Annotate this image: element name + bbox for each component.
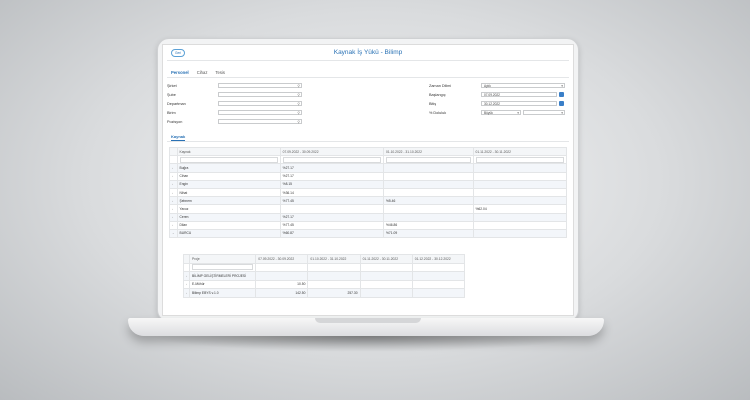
column-header[interactable]: 01.11.2022 - 30.11.2022 — [359, 254, 413, 264]
table-row[interactable]: › Ceren %27.17 — [169, 212, 567, 222]
search-icon[interactable]: ⚲ — [297, 120, 300, 125]
filter-input[interactable] — [282, 156, 381, 163]
table-row[interactable]: › Şebnem %77.45 %5.46 — [169, 196, 567, 206]
search-icon[interactable]: ⚲ — [297, 102, 300, 107]
chevron-down-icon: ▾ — [561, 111, 563, 115]
expand-icon[interactable]: › — [169, 204, 178, 214]
filter-input[interactable] — [192, 264, 254, 271]
period-label: Zaman Dilimi — [429, 84, 452, 88]
table-row[interactable]: › Nihat %36.14 — [169, 187, 567, 198]
department-field[interactable]: ⚲ — [218, 101, 302, 106]
table-row[interactable]: › Yavuz %62.04 — [169, 204, 567, 214]
column-header[interactable]: 01.11.2022 - 30.11.2022 — [472, 146, 567, 157]
column-header[interactable]: 07.09.2022 - 30.09.2022 — [255, 254, 309, 264]
table-row[interactable]: › BİLİMP GELİŞTİRMELERİ PROJESİ — [182, 271, 466, 281]
start-date-field[interactable]: 07.09.2022 — [481, 92, 557, 97]
search-icon[interactable]: ⚲ — [297, 93, 300, 98]
filter-input[interactable] — [475, 156, 564, 163]
fill-value-select[interactable]: ▾ — [523, 110, 565, 115]
expand-icon[interactable]: › — [169, 196, 178, 206]
column-header[interactable]: Proje — [189, 254, 257, 264]
column-header[interactable]: 01.12.2022 - 30.12.2022 — [411, 254, 466, 264]
resource-table: Kaynak 07.09.2022 - 30.09.2022 01.10.202… — [169, 146, 567, 239]
column-header[interactable]: 01.10.2022 - 31.10.2022 — [307, 254, 361, 264]
table-row[interactable]: › Cihan %27.17 — [169, 171, 567, 181]
expand-icon[interactable]: › — [169, 187, 178, 198]
position-field[interactable]: ⚲ — [218, 119, 302, 124]
filter-input[interactable] — [179, 156, 278, 163]
company-label: Şirket — [167, 84, 177, 88]
table-row[interactable]: › Buğra %27.17 — [169, 163, 567, 173]
page-title: Kaynak İş Yükü - Bilimp — [333, 49, 403, 56]
column-header[interactable]: 07.09.2022 - 30.09.2022 — [279, 146, 385, 157]
table-row[interactable]: ⌄ BURCU %60.87 %71.09 — [169, 228, 567, 239]
chevron-down-icon: ▾ — [561, 84, 563, 88]
unit-label: Birim — [167, 111, 176, 115]
tab-divider — [167, 77, 569, 78]
app-screen: Geri Kaynak İş Yükü - Bilimp Personel Ci… — [162, 44, 574, 316]
chevron-down-icon: ▾ — [517, 111, 519, 115]
search-icon[interactable]: ⚲ — [297, 111, 300, 116]
expand-icon[interactable]: › — [169, 179, 178, 189]
table-row[interactable]: › Bilimp EBYS v.1.0 142.50 257.30 — [182, 288, 466, 298]
laptop-shadow — [150, 336, 580, 352]
period-select[interactable]: Aylık ▾ — [481, 83, 565, 88]
table-header-row: Kaynak 07.09.2022 - 30.09.2022 01.10.202… — [169, 146, 567, 157]
collapse-icon[interactable]: ⌄ — [169, 228, 178, 239]
project-table: Proje 07.09.2022 - 30.09.2022 01.10.2022… — [182, 254, 466, 298]
search-icon[interactable]: ⚲ — [297, 84, 300, 89]
subtab-divider — [167, 141, 569, 142]
position-label: Pozisyon — [167, 120, 183, 124]
table-row[interactable]: › E-Mühür 10.50 — [182, 279, 466, 289]
branch-field[interactable]: ⚲ — [218, 92, 302, 97]
calendar-icon[interactable] — [559, 92, 564, 97]
column-header[interactable]: Kaynak — [176, 146, 281, 157]
start-label: Başlangıç — [429, 93, 446, 97]
filter-input[interactable] — [386, 156, 471, 163]
expand-icon[interactable]: › — [169, 163, 178, 173]
column-header[interactable]: 01.10.2022 - 31.10.2022 — [383, 146, 474, 157]
department-label: Departman — [167, 102, 186, 106]
expand-icon[interactable]: › — [169, 220, 178, 230]
filter-row — [169, 155, 567, 165]
table-row[interactable]: › Engin %8.15 — [169, 179, 567, 189]
branch-label: Şube — [167, 93, 176, 97]
unit-field[interactable]: ⚲ — [218, 110, 302, 115]
filter-row — [182, 262, 466, 272]
table-header-row: Proje 07.09.2022 - 30.09.2022 01.10.2022… — [182, 254, 466, 264]
end-date-field[interactable]: 30.12.2022 — [481, 101, 557, 106]
fill-operator-select[interactable]: Büyük ▾ — [481, 110, 521, 115]
end-label: Bitiş — [429, 102, 437, 106]
company-field[interactable]: ⚲ — [218, 83, 302, 88]
header-divider — [167, 60, 569, 61]
laptop-notch — [315, 318, 421, 323]
calendar-icon[interactable] — [559, 101, 564, 106]
fill-label: % Doluluk — [429, 111, 447, 115]
expand-icon[interactable]: › — [169, 171, 178, 181]
subtab-kaynak[interactable]: Kaynak — [171, 134, 186, 141]
expand-icon[interactable]: › — [169, 212, 178, 222]
table-row[interactable]: › Dilan %77.45 %46.86 — [169, 220, 567, 230]
